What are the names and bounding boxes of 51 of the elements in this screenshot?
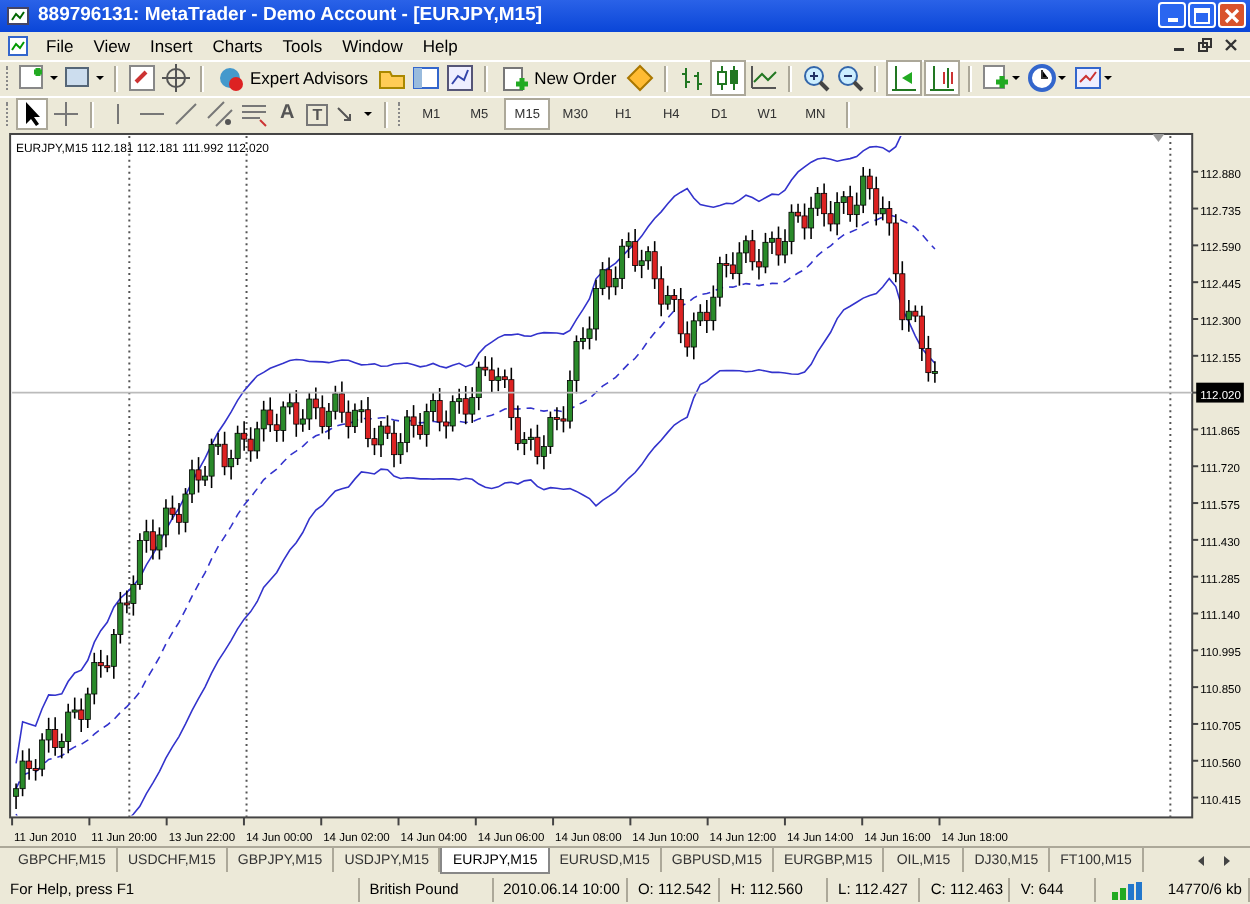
crosshair-cursor-icon[interactable] bbox=[52, 100, 80, 129]
menu-item[interactable]: Tools bbox=[272, 35, 333, 56]
maximize-button[interactable] bbox=[1188, 2, 1216, 29]
zoom-in-icon[interactable] bbox=[802, 64, 831, 93]
scroll-right-icon[interactable] bbox=[1220, 854, 1234, 869]
menu-item[interactable]: File bbox=[36, 35, 84, 56]
menu-item[interactable]: Window bbox=[332, 35, 413, 56]
chart-shift-icon[interactable] bbox=[926, 62, 959, 95]
templates-icon[interactable] bbox=[1074, 64, 1115, 93]
minimize-icon bbox=[1167, 18, 1177, 23]
market-watch-icon[interactable] bbox=[128, 64, 156, 93]
minimize-icon bbox=[1173, 47, 1183, 52]
menu-item[interactable]: Charts bbox=[202, 35, 273, 56]
menu-item[interactable]: Help bbox=[412, 35, 468, 56]
diamond-icon[interactable] bbox=[626, 64, 655, 93]
restore-button[interactable] bbox=[1194, 35, 1214, 56]
clock-icon[interactable] bbox=[1028, 64, 1069, 93]
text-tool[interactable]: A bbox=[274, 102, 301, 127]
zoom-out-icon[interactable] bbox=[836, 64, 865, 93]
profiles-icon[interactable] bbox=[64, 64, 104, 93]
line-chart-icon[interactable] bbox=[750, 64, 779, 93]
close-button[interactable] bbox=[1218, 2, 1246, 29]
crosshair-icon[interactable] bbox=[162, 64, 190, 93]
cursor-icon[interactable] bbox=[18, 100, 46, 129]
document-icon bbox=[8, 35, 28, 56]
close-button[interactable] bbox=[1220, 35, 1240, 56]
candlestick-icon[interactable] bbox=[712, 62, 745, 95]
expert-advisors-icon bbox=[218, 65, 244, 92]
fibonacci-icon[interactable] bbox=[240, 100, 268, 129]
close-icon bbox=[1224, 7, 1240, 24]
menu-item[interactable]: View bbox=[83, 35, 140, 56]
maximize-icon bbox=[1194, 7, 1210, 24]
app-icon bbox=[6, 3, 30, 28]
trend-line-icon[interactable] bbox=[172, 100, 200, 129]
new-order-icon bbox=[502, 65, 529, 92]
restore-icon bbox=[1197, 38, 1211, 53]
connection-icon bbox=[1111, 881, 1142, 900]
expert-advisors-button[interactable]: Expert Advisors bbox=[214, 63, 373, 94]
window-icon[interactable] bbox=[412, 64, 441, 93]
bar-chart-icon[interactable] bbox=[678, 64, 707, 93]
label-tool[interactable]: T bbox=[306, 103, 329, 126]
minimize-button[interactable] bbox=[1158, 2, 1186, 29]
channel-icon[interactable] bbox=[206, 100, 234, 129]
window-title: 889796131: MetaTrader - Demo Account - [EURJPY,M15] bbox=[38, 4, 545, 27]
close-icon bbox=[1223, 38, 1237, 53]
shift-marker-icon[interactable] bbox=[1152, 133, 1165, 142]
auto-scroll-icon[interactable] bbox=[888, 62, 921, 95]
menu-item[interactable]: Insert bbox=[139, 35, 203, 56]
scroll-left-icon[interactable] bbox=[1194, 854, 1208, 869]
new-order-button[interactable]: New Order bbox=[498, 63, 621, 94]
chart-settings-icon[interactable] bbox=[446, 64, 475, 93]
